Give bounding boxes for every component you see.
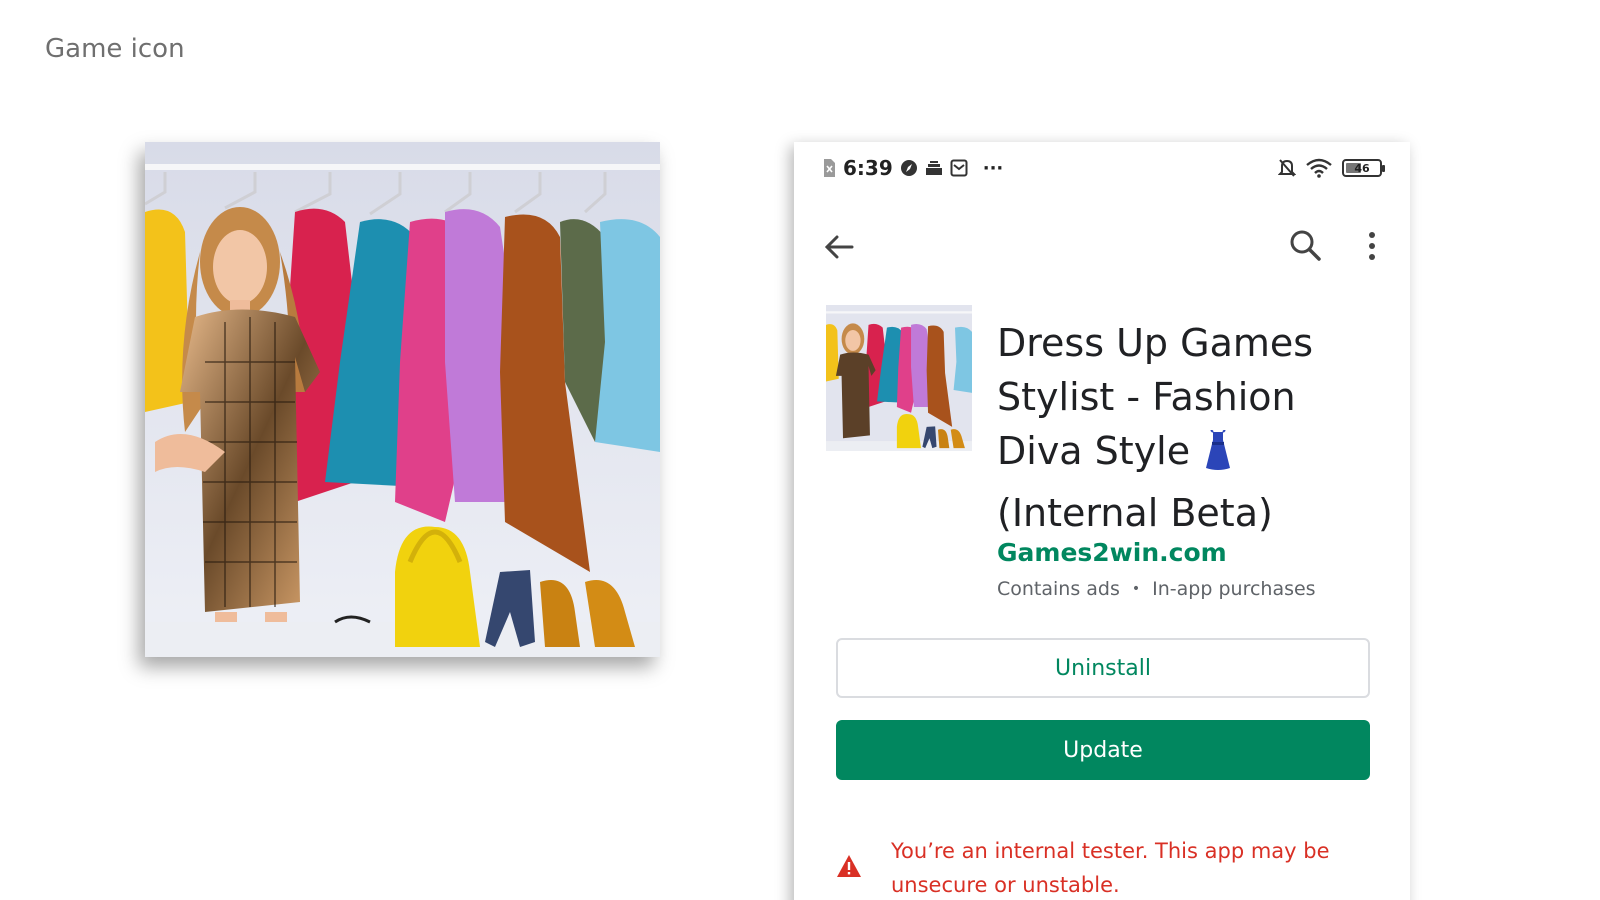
app-title-text: Dress Up Games Stylist - Fashion Diva St… <box>997 321 1314 473</box>
warning-icon <box>836 854 862 878</box>
meta-contains-ads: Contains ads <box>997 578 1120 600</box>
meta-in-app-purchases: In-app purchases <box>1152 578 1316 600</box>
mail-icon <box>950 159 968 177</box>
search-button[interactable] <box>1288 228 1324 264</box>
battery-level: 46 <box>1354 161 1370 175</box>
app-toolbar <box>794 220 1410 270</box>
phone-screenshot: 6:39 ··· 46 Dress Up Games Stylist - Fas… <box>794 142 1410 900</box>
storage-icon <box>925 160 943 176</box>
sim-off-icon <box>822 158 836 178</box>
status-more-indicator: ··· <box>982 157 1004 179</box>
uninstall-button[interactable]: Uninstall <box>836 638 1370 698</box>
more-options-button[interactable] <box>1360 228 1384 264</box>
internal-tester-warning: You’re an internal tester. This app may … <box>891 839 1330 897</box>
more-vertical-icon <box>1369 232 1375 260</box>
app-icon-thumbnail <box>826 305 972 451</box>
meta-separator: • <box>1131 581 1141 597</box>
wifi-icon <box>1306 158 1332 178</box>
app-title-suffix: (Internal Beta) <box>997 491 1273 535</box>
search-icon <box>1290 230 1321 261</box>
update-button[interactable]: Update <box>836 720 1370 780</box>
compass-icon <box>900 159 918 177</box>
developer-link[interactable]: Games2win.com <box>997 538 1227 567</box>
app-title: Dress Up Games Stylist - Fashion Diva St… <box>997 316 1377 540</box>
status-time: 6:39 <box>843 156 893 180</box>
arrow-left-icon <box>824 235 854 259</box>
bell-off-icon <box>1278 158 1296 178</box>
game-icon-artwork <box>145 142 660 657</box>
back-button[interactable] <box>822 230 862 264</box>
battery-icon: 46 <box>1342 159 1385 177</box>
dress-icon <box>1200 429 1236 486</box>
app-meta: Contains ads • In-app purchases <box>997 578 1316 600</box>
slide-title: Game icon <box>45 34 185 64</box>
status-bar: 6:39 ··· 46 <box>794 142 1410 194</box>
